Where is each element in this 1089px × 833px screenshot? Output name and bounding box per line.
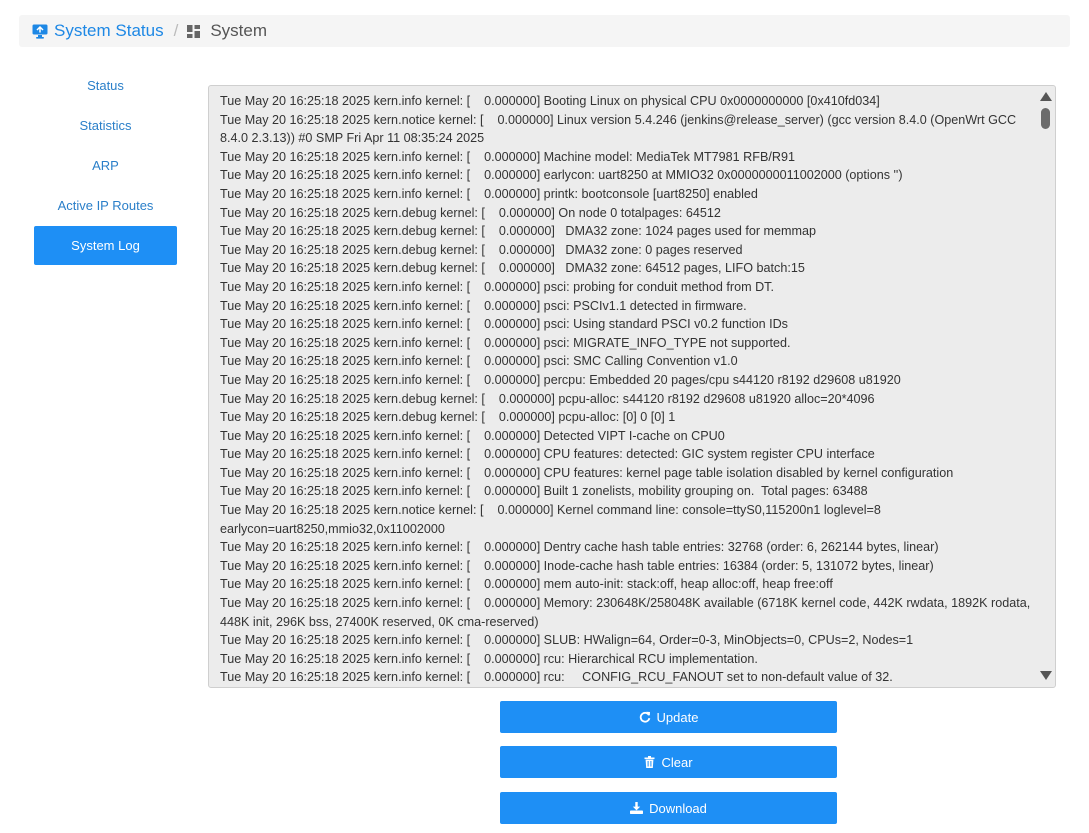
log-scrollbar[interactable] bbox=[1037, 86, 1055, 687]
sidebar-item-status[interactable]: Status bbox=[34, 66, 177, 105]
breadcrumb: System Status / System bbox=[19, 15, 1070, 47]
sidebar-item-label: ARP bbox=[92, 158, 119, 173]
refresh-icon bbox=[639, 711, 650, 723]
breadcrumb-current-label: System bbox=[210, 21, 268, 40]
log-line: Tue May 20 16:25:18 2025 kern.debug kern… bbox=[220, 224, 817, 239]
download-button[interactable]: Download bbox=[500, 792, 837, 824]
sidebar-item-arp[interactable]: ARP bbox=[34, 146, 177, 185]
breadcrumb-home[interactable]: System Status bbox=[32, 21, 164, 41]
log-line: Tue May 20 16:25:18 2025 kern.info kerne… bbox=[220, 447, 875, 462]
log-line: Tue May 20 16:25:18 2025 kern.info kerne… bbox=[220, 577, 833, 592]
log-line: Tue May 20 16:25:18 2025 kern.debug kern… bbox=[220, 410, 676, 425]
sidebar-item-active-ip-routes[interactable]: Active IP Routes bbox=[34, 186, 177, 225]
log-line: Tue May 20 16:25:18 2025 kern.info kerne… bbox=[220, 372, 901, 387]
trash-icon bbox=[644, 756, 655, 768]
breadcrumb-home-label: System Status bbox=[54, 21, 164, 40]
sidebar-item-label: Active IP Routes bbox=[57, 198, 154, 213]
breadcrumb-current: System bbox=[187, 21, 267, 41]
log-line: Tue May 20 16:25:18 2025 kern.info kerne… bbox=[220, 186, 758, 201]
breadcrumb-separator: / bbox=[173, 21, 179, 40]
log-line: Tue May 20 16:25:18 2025 kern.info kerne… bbox=[220, 298, 747, 313]
update-button[interactable]: Update bbox=[500, 701, 837, 733]
download-button-label: Download bbox=[649, 800, 707, 816]
log-line: Tue May 20 16:25:18 2025 kern.info kerne… bbox=[220, 149, 795, 164]
log-line: Tue May 20 16:25:18 2025 kern.debug kern… bbox=[220, 391, 875, 406]
log-line: Tue May 20 16:25:18 2025 kern.info kerne… bbox=[220, 484, 868, 499]
log-line: Tue May 20 16:25:18 2025 kern.debug kern… bbox=[220, 242, 743, 257]
log-line: Tue May 20 16:25:18 2025 kern.info kerne… bbox=[220, 317, 788, 332]
scroll-up-arrow-icon[interactable] bbox=[1040, 92, 1052, 101]
log-line: Tue May 20 16:25:18 2025 kern.info kerne… bbox=[220, 540, 939, 555]
scroll-thumb[interactable] bbox=[1041, 108, 1050, 129]
download-icon bbox=[630, 802, 644, 814]
log-line: Tue May 20 16:25:18 2025 kern.info kerne… bbox=[220, 651, 758, 666]
log-line: Tue May 20 16:25:18 2025 kern.info kerne… bbox=[220, 428, 725, 443]
log-line: Tue May 20 16:25:18 2025 kern.debug kern… bbox=[220, 261, 805, 276]
clear-button-label: Clear bbox=[661, 754, 693, 770]
grid-icon bbox=[187, 24, 201, 38]
sidebar-item-label: Status bbox=[87, 78, 124, 93]
log-content: Tue May 20 16:25:18 2025 kern.info kerne… bbox=[220, 92, 1038, 686]
log-line: Tue May 20 16:25:18 2025 kern.info kerne… bbox=[220, 168, 903, 183]
log-line: Tue May 20 16:25:18 2025 kern.info kerne… bbox=[220, 670, 893, 685]
log-line: Tue May 20 16:25:18 2025 kern.notice ker… bbox=[220, 112, 1020, 146]
sidebar-item-system-log[interactable]: System Log bbox=[34, 226, 177, 265]
sidebar: Status Statistics ARP Active IP Routes S… bbox=[34, 66, 177, 266]
log-line: Tue May 20 16:25:18 2025 kern.debug kern… bbox=[220, 205, 721, 220]
sidebar-item-label: System Log bbox=[71, 238, 140, 253]
log-line: Tue May 20 16:25:18 2025 kern.info kerne… bbox=[220, 279, 774, 294]
monitor-icon bbox=[32, 24, 48, 39]
scroll-down-arrow-icon[interactable] bbox=[1040, 671, 1052, 680]
log-line: Tue May 20 16:25:18 2025 kern.info kerne… bbox=[220, 465, 954, 480]
log-line: Tue May 20 16:25:18 2025 kern.notice ker… bbox=[220, 503, 885, 536]
log-line: Tue May 20 16:25:18 2025 kern.info kerne… bbox=[220, 596, 1034, 629]
system-log-textarea[interactable]: Tue May 20 16:25:18 2025 kern.info kerne… bbox=[208, 85, 1056, 688]
log-line: Tue May 20 16:25:18 2025 kern.info kerne… bbox=[220, 94, 880, 108]
log-line: Tue May 20 16:25:18 2025 kern.info kerne… bbox=[220, 633, 914, 648]
sidebar-item-label: Statistics bbox=[79, 118, 132, 133]
clear-button[interactable]: Clear bbox=[500, 746, 837, 778]
log-line: Tue May 20 16:25:18 2025 kern.info kerne… bbox=[220, 335, 791, 350]
log-line: Tue May 20 16:25:18 2025 kern.info kerne… bbox=[220, 354, 738, 369]
sidebar-item-statistics[interactable]: Statistics bbox=[34, 106, 177, 145]
log-line: Tue May 20 16:25:18 2025 kern.info kerne… bbox=[220, 558, 934, 573]
update-button-label: Update bbox=[656, 709, 699, 725]
